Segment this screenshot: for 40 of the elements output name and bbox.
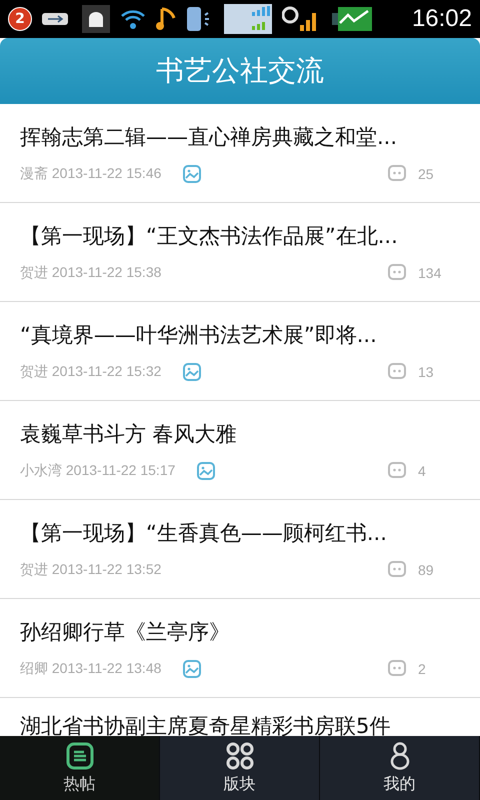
document-icon (66, 742, 94, 770)
post-author-date: 贺进 2013-11-22 13:52 (20, 561, 162, 579)
signal-3g-icon (224, 4, 272, 34)
notification-badge: 2 (8, 7, 32, 31)
comment-count: 25 (418, 166, 434, 182)
post-row[interactable]: 挥翰志第二辑——直心禅房典藏之和堂... 漫斋 2013-11-22 15:46 25 (0, 104, 480, 203)
comment-icon (388, 363, 406, 381)
post-row[interactable]: 【第一现场】“生香真色——顾柯红书... 贺进 2013-11-22 13:52 89 (0, 500, 480, 599)
comment-count: 2 (418, 661, 426, 677)
post-author-date: 小水湾 2013-11-22 15:17 (20, 462, 176, 480)
comment-icon (388, 660, 406, 678)
post-title: 【第一现场】“王文杰书法作品展”在北... (20, 223, 399, 250)
post-title: “真境界——叶华洲书法艺术展”即将... (20, 322, 378, 349)
post-title: 孙绍卿行草《兰亭序》 (20, 619, 231, 646)
app-title: 书艺公社交流 (156, 53, 324, 89)
comment-count: 134 (418, 265, 442, 281)
grid-icon (226, 742, 254, 770)
post-author-date: 贺进 2013-11-22 15:38 (20, 264, 162, 282)
comment-icon (388, 165, 406, 183)
post-author-date: 贺进 2013-11-22 15:32 (20, 363, 162, 381)
comment-count: 4 (418, 463, 426, 479)
clock-time: 16:02 (412, 5, 472, 33)
comment-icon (388, 561, 406, 579)
post-author-date: 漫斋 2013-11-22 15:46 (20, 165, 162, 183)
post-row[interactable]: “真境界——叶华洲书法艺术展”即将... 贺进 2013-11-22 15:32 13 (0, 302, 480, 401)
post-row[interactable]: 【第一现场】“王文杰书法作品展”在北... 贺进 2013-11-22 15:38 134 (0, 203, 480, 302)
comment-count: 89 (418, 562, 434, 578)
comment-count: 13 (418, 364, 434, 380)
post-row[interactable]: 袁巍草书斗方 春风大雅 小水湾 2013-11-22 15:17 4 (0, 401, 480, 500)
music-note-icon (156, 7, 176, 31)
post-title: 挥翰志第二辑——直心禅房典藏之和堂... (20, 124, 398, 151)
nav-tab[interactable]: 热帖 (0, 736, 160, 800)
comment-icon (388, 264, 406, 282)
post-title: 袁巍草书斗方 春风大雅 (20, 421, 238, 448)
comment-icon (388, 462, 406, 480)
post-author-date: 绍卿 2013-11-22 13:48 (20, 660, 162, 678)
person-icon (390, 742, 410, 770)
battery-icon (332, 7, 372, 31)
post-row[interactable]: 孙绍卿行草《兰亭序》 绍卿 2013-11-22 13:48 2 (0, 599, 480, 698)
post-title: 【第一现场】“生香真色——顾柯红书... (20, 520, 388, 547)
